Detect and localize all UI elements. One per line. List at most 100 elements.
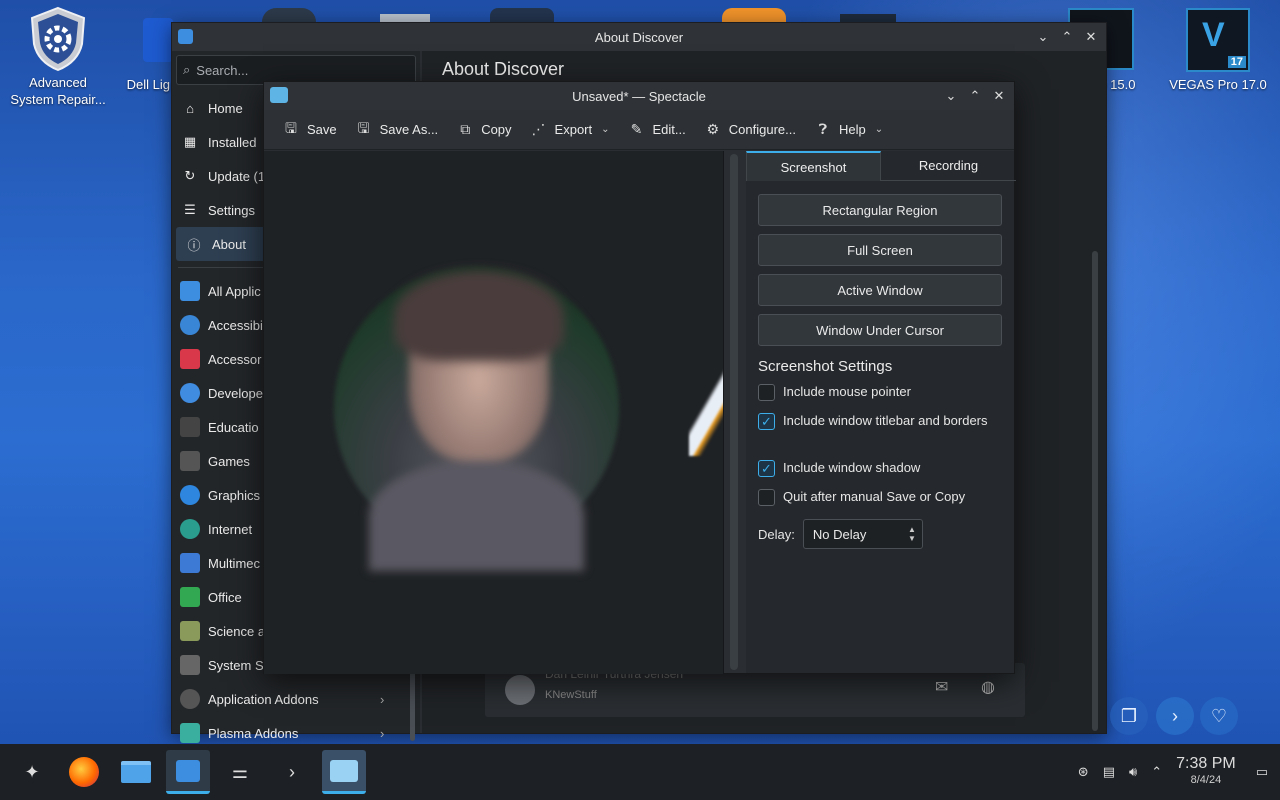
desktop-icon-vegas-17-image: V 17 [1186, 8, 1250, 72]
minimize-button[interactable]: ⌄ [1034, 28, 1052, 46]
sliders-icon: ☰ [184, 202, 196, 217]
vegas-letter: V [1202, 16, 1225, 54]
wrench-icon [180, 383, 200, 403]
spin-arrows-icon[interactable]: ▲ ▼ [908, 525, 916, 543]
tab-recording[interactable]: Recording [881, 151, 1016, 181]
option-row[interactable]: ✓ Include window shadow [758, 459, 988, 477]
preview-scrollbar[interactable] [730, 154, 738, 670]
category-label: Games [208, 453, 250, 469]
help-button[interactable]: ❓︎ Help ⌄ [806, 115, 891, 145]
desktop-icon-vegas-17[interactable]: VEGAS Pro 17.0 [1163, 76, 1273, 93]
option-label: Include window titlebar and borders [783, 413, 988, 428]
minimize-button[interactable]: ⌄ [942, 87, 960, 105]
discover-window-controls: ⌄ ⌃ ✕ [1034, 23, 1100, 51]
clock[interactable]: 7:38 PM 8/4/24 [1176, 756, 1236, 788]
close-button[interactable]: ✕ [990, 87, 1008, 105]
category-item[interactable]: Application Addons › [172, 682, 420, 716]
category-label: Office [208, 589, 242, 605]
toolbar-label: Edit... [652, 122, 686, 137]
spectacle-window: Unsaved* — Spectacle ⌄ ⌃ ✕ 🖫︎ Save 🖫︎ Save … [263, 81, 1016, 674]
category-label: Develope [208, 385, 263, 401]
configure-button[interactable]: ⚙ Configure... [696, 115, 804, 145]
toolbar-label: Configure... [728, 122, 796, 137]
export-button[interactable]: ⋰ Export ⌄ [522, 115, 618, 145]
toolbar-label: Copy [481, 122, 512, 137]
save-button[interactable]: 🖫︎ Save [274, 115, 345, 145]
toolbar-label: Export [554, 122, 593, 137]
refresh-icon: ↻ [184, 168, 196, 183]
next-icon[interactable]: › [1156, 697, 1194, 735]
screenshot-preview[interactable] [264, 151, 724, 674]
page-title: About Discover [442, 59, 565, 79]
network-icon[interactable]: ⊛ [1078, 764, 1089, 780]
volume-icon[interactable]: 🔊︎ [1129, 764, 1137, 780]
help-icon: ❓︎ [818, 121, 828, 137]
chevron-down-icon: ⌄ [874, 124, 884, 135]
save-as-button[interactable]: 🖫︎ Save As... [347, 115, 447, 145]
globe-icon [180, 519, 200, 539]
spectacle-toolbar: 🖫︎ Save 🖫︎ Save As... ⧉ Copy ⋰ Export ⌄ ✎ Edit... ⚙… [264, 110, 1014, 150]
desktop-icon-label-line1: Advanced [29, 75, 87, 90]
discover-titlebar[interactable]: About Discover ⌄ ⌃ ✕ [172, 23, 1106, 51]
copy-icon: ⧉ [460, 121, 471, 137]
plasma-icon [180, 723, 200, 743]
desktop-icon-generic-3 [490, 8, 554, 22]
spectacle-titlebar[interactable]: Unsaved* — Spectacle ⌄ ⌃ ✕ [264, 82, 1014, 110]
option-row[interactable]: Quit after manual Save or Copy [758, 488, 988, 506]
maximize-button[interactable]: ⌃ [1058, 28, 1076, 46]
search-placeholder: Search... [196, 62, 249, 78]
system-settings-icon[interactable]: ⚌ [218, 750, 262, 794]
option-row[interactable]: Include mouse pointer [758, 383, 988, 401]
globe-icon[interactable]: ◍ [981, 677, 995, 697]
edit-button[interactable]: ✎ Edit... [620, 115, 694, 145]
toolbar-label: Save As... [379, 122, 439, 137]
education-icon [180, 417, 200, 437]
desktop-icon-advanced-system-repair[interactable]: Advanced System Repair... [3, 6, 113, 108]
discover-icon[interactable] [166, 750, 210, 794]
desktop-icon-dell[interactable]: Dell Lig [100, 60, 170, 93]
chevron-down-icon: ⌄ [601, 124, 610, 135]
clipboard-icon[interactable]: ▤ [1103, 764, 1115, 780]
tab-screenshot[interactable]: Screenshot [746, 151, 881, 181]
category-label: All Applic [208, 283, 261, 299]
firefox-icon[interactable] [62, 750, 106, 794]
tray-expand-icon[interactable]: ⌃ [1151, 764, 1162, 780]
close-button[interactable]: ✕ [1082, 28, 1100, 46]
copy-button[interactable]: ⧉ Copy [448, 115, 519, 145]
file-manager-icon[interactable] [114, 750, 158, 794]
mail-icon[interactable]: ✉ [935, 677, 948, 697]
delay-spinbox[interactable]: No Delay ▲ ▼ [802, 519, 923, 549]
spectacle-icon[interactable] [322, 750, 366, 794]
desktop-icon-generic-1 [262, 8, 316, 22]
rectangular-region-button[interactable]: Rectangular Region [758, 194, 1002, 226]
preview-hair [394, 271, 564, 361]
edit-image-icon: ✎ [630, 121, 643, 137]
main-scrollbar[interactable] [1092, 251, 1098, 731]
option-row[interactable]: ✓ Include window titlebar and borders [758, 412, 988, 430]
checkbox[interactable]: ✓ [758, 413, 775, 430]
checkbox[interactable] [758, 384, 775, 401]
restore-icon[interactable]: ❐ [1110, 697, 1148, 735]
option-label: Include window shadow [783, 460, 921, 475]
checkbox[interactable]: ✓ [758, 460, 775, 477]
konsole-icon[interactable]: › [270, 750, 314, 794]
clock-time: 7:38 PM [1176, 755, 1236, 772]
category-label: Educatio [208, 419, 259, 435]
category-label: Science a [208, 623, 266, 639]
show-desktop-icon[interactable]: ▭ [1256, 764, 1268, 780]
application-launcher-icon[interactable]: ✦ [10, 750, 54, 794]
window-under-cursor-button[interactable]: Window Under Cursor [758, 314, 1002, 346]
preview-fragment [689, 366, 723, 456]
active-window-button[interactable]: Active Window [758, 274, 1002, 306]
chevron-right-icon: › [380, 725, 385, 741]
chevron-right-icon: › [380, 691, 385, 707]
full-screen-button[interactable]: Full Screen [758, 234, 1002, 266]
multimedia-icon [180, 553, 200, 573]
desktop-icon-label: Dell Lig [126, 77, 170, 92]
toolbox-icon [180, 349, 200, 369]
category-label: System S [208, 657, 264, 673]
maximize-button[interactable]: ⌃ [966, 87, 984, 105]
sidebar-item-label: Home [208, 100, 243, 116]
heart-icon[interactable]: ♡ [1200, 697, 1238, 735]
checkbox[interactable] [758, 489, 775, 506]
